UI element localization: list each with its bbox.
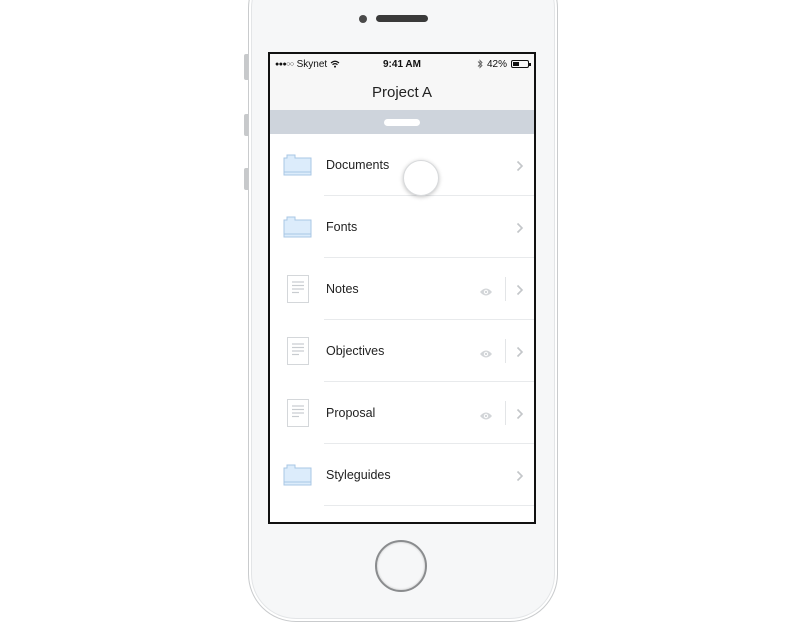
battery-percent: 42%: [486, 58, 507, 70]
touch-indicator: [403, 160, 439, 196]
screen: ●●●○○ Skynet 9:41 AM 42% Project A Docum…: [268, 52, 536, 524]
status-bar: ●●●○○ Skynet 9:41 AM 42%: [270, 54, 534, 74]
chevron-right-icon[interactable]: [516, 469, 524, 482]
list-item[interactable]: Objectives: [270, 320, 534, 382]
document-icon: [282, 275, 314, 303]
divider: [505, 339, 506, 363]
list-item-label: Objectives: [326, 344, 385, 358]
bluetooth-icon: [477, 59, 483, 69]
front-camera: [359, 15, 367, 23]
divider: [505, 401, 506, 425]
document-icon: [282, 399, 314, 427]
volume-up-button: [244, 114, 248, 136]
battery-fill: [513, 62, 519, 66]
chevron-right-icon[interactable]: [516, 221, 524, 234]
page-title: Project A: [371, 83, 433, 101]
carrier-name: Skynet: [296, 58, 328, 70]
earpiece-speaker: [376, 15, 428, 22]
mute-switch: [244, 54, 248, 80]
eye-icon[interactable]: [479, 284, 493, 296]
wifi-icon: [330, 60, 340, 68]
folder-icon: [282, 215, 314, 239]
list-item[interactable]: Proposal: [270, 382, 534, 444]
eye-icon[interactable]: [479, 346, 493, 358]
chevron-right-icon[interactable]: [516, 159, 524, 172]
eye-icon[interactable]: [479, 408, 493, 420]
chevron-right-icon[interactable]: [516, 345, 524, 358]
divider: [505, 277, 506, 301]
list-item-label: Fonts: [326, 220, 358, 234]
list-item-label: Proposal: [326, 406, 376, 420]
pull-down-bar[interactable]: [270, 110, 534, 134]
file-list: Documents Fonts Notes Objectives Proposa…: [270, 134, 534, 506]
folder-icon: [282, 463, 314, 487]
list-item[interactable]: Notes: [270, 258, 534, 320]
pull-handle[interactable]: [384, 118, 420, 126]
list-item-label: Notes: [326, 282, 359, 296]
chevron-right-icon[interactable]: [516, 407, 524, 420]
list-item-label: Styleguides: [326, 468, 391, 482]
document-icon: [282, 337, 314, 365]
signal-strength: ●●●○○: [275, 60, 294, 68]
home-button[interactable]: [375, 540, 427, 592]
folder-icon: [282, 153, 314, 177]
list-item[interactable]: Documents: [270, 134, 534, 196]
list-item[interactable]: Fonts: [270, 196, 534, 258]
battery-icon: [511, 60, 531, 68]
list-item[interactable]: Styleguides: [270, 444, 534, 506]
navigation-bar: Project A: [270, 74, 534, 110]
volume-down-button: [244, 168, 248, 190]
chevron-right-icon[interactable]: [516, 283, 524, 296]
